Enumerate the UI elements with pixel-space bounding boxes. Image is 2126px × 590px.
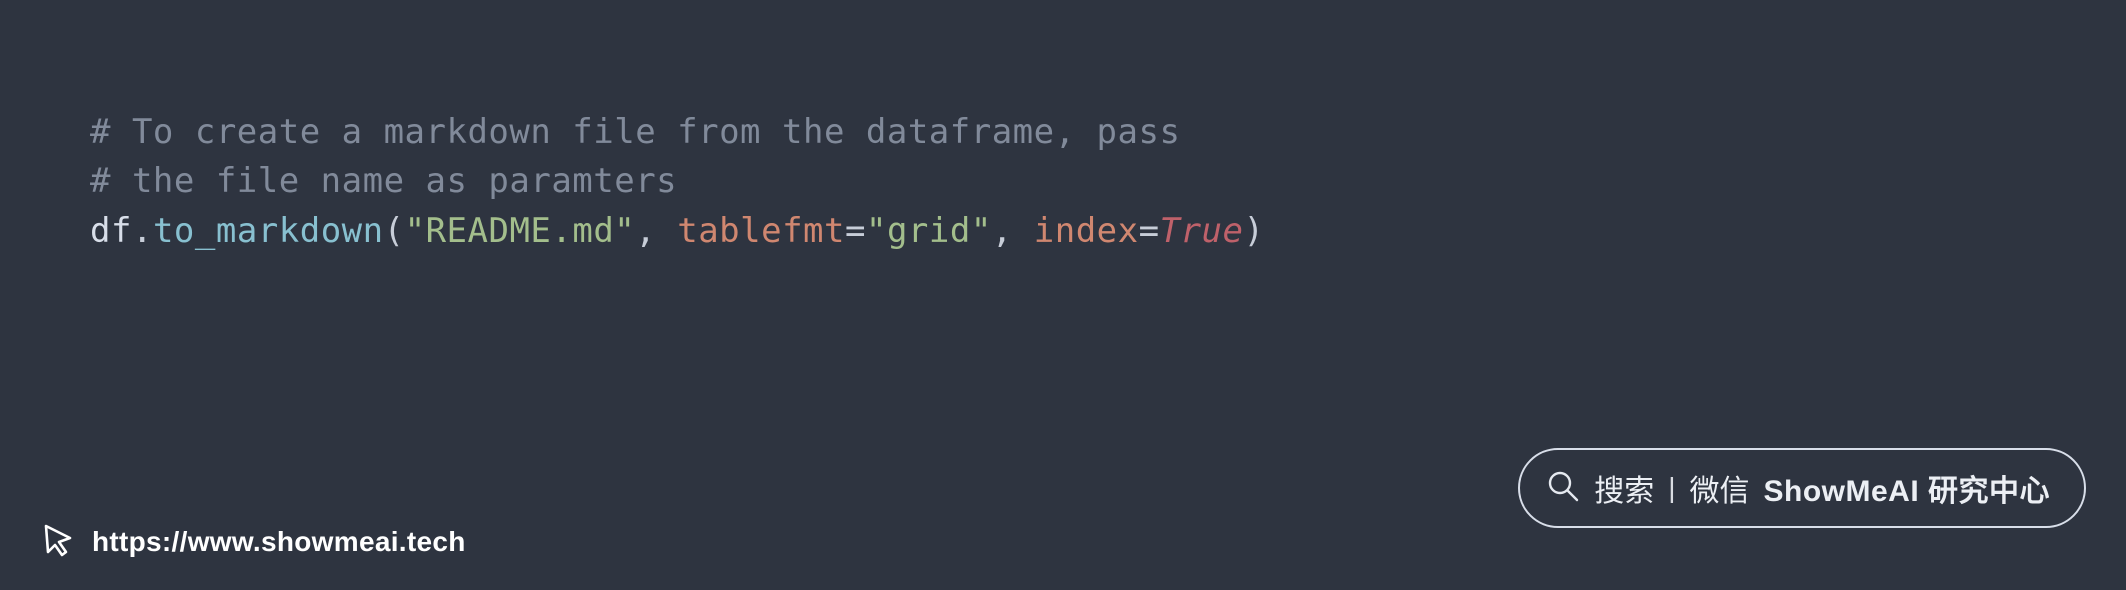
code-method: to_markdown <box>153 211 384 251</box>
cursor-icon <box>40 522 76 562</box>
code-comma-2: , <box>992 211 1034 251</box>
code-eq-2: = <box>1139 211 1160 251</box>
search-pill-separator: | <box>1668 472 1675 504</box>
search-pill[interactable]: 搜索 | 微信 ShowMeAI 研究中心 <box>1518 448 2086 528</box>
code-arg2-value: "grid" <box>866 211 992 251</box>
search-icon <box>1546 469 1580 508</box>
code-arg1-string: "README.md" <box>405 211 636 251</box>
code-open-paren: ( <box>384 211 405 251</box>
code-comment-line-2: # the file name as paramters <box>90 161 677 201</box>
code-close-paren: ) <box>1243 211 1264 251</box>
code-arg3-name: index <box>1034 211 1139 251</box>
code-dot: . <box>132 211 153 251</box>
code-eq-1: = <box>845 211 866 251</box>
code-block[interactable]: # To create a markdown file from the dat… <box>90 108 1264 256</box>
code-arg3-value: True <box>1160 211 1244 251</box>
footer-url-text: https://www.showmeai.tech <box>92 526 466 558</box>
search-pill-wechat-label: 微信 <box>1689 466 1749 510</box>
code-arg2-name: tablefmt <box>677 211 845 251</box>
search-pill-brand: ShowMeAI 研究中心 <box>1763 466 2050 510</box>
code-object: df <box>90 211 132 251</box>
code-comment-line-1: # To create a markdown file from the dat… <box>90 112 1180 152</box>
code-comma-1: , <box>635 211 677 251</box>
footer-link[interactable]: https://www.showmeai.tech <box>40 522 466 562</box>
search-pill-search-label: 搜索 <box>1594 466 1654 510</box>
